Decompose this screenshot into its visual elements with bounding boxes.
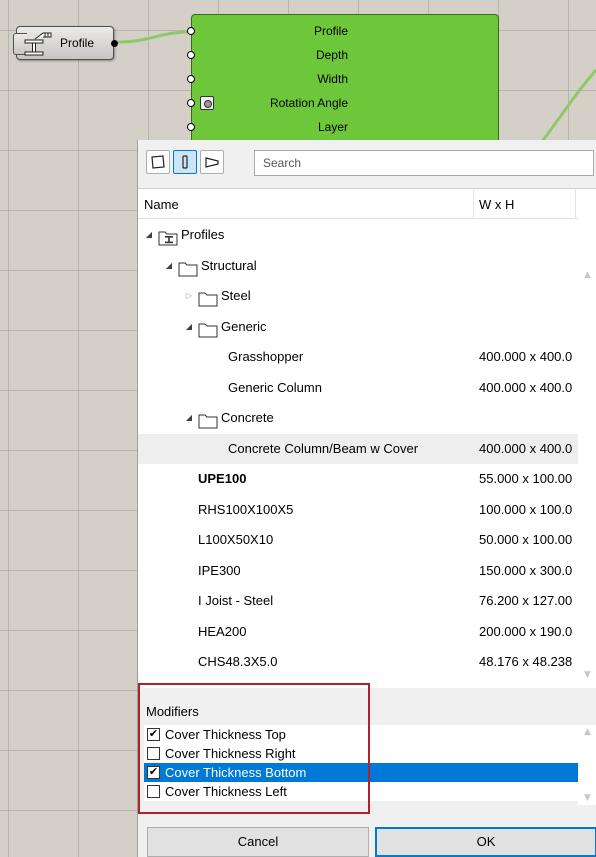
row-name: I Joist - Steel: [198, 593, 274, 608]
component-input-label: Rotation Angle: [269, 96, 348, 110]
collapse-arrow-icon[interactable]: ◢: [184, 403, 194, 434]
profile-component[interactable]: Profile Depth Width Rotation Angle Layer: [187, 14, 499, 154]
profile-parameter-node[interactable]: Profile: [13, 26, 118, 60]
column-name-header[interactable]: Name: [144, 197, 179, 212]
scroll-up-icon[interactable]: ▲: [578, 727, 596, 737]
profile-row[interactable]: IPE300 150.000 x 300.0: [138, 556, 578, 587]
expand-arrow-icon[interactable]: ▷: [184, 281, 194, 312]
column-separator[interactable]: [575, 189, 576, 219]
row-name: Generic: [221, 318, 267, 334]
row-name: IPE300: [198, 562, 241, 578]
collapse-arrow-icon[interactable]: ◢: [164, 251, 174, 282]
folder-row[interactable]: ▷ Steel: [138, 281, 578, 312]
scroll-down-icon[interactable]: ▼: [578, 667, 596, 684]
row-name: Generic Column: [228, 379, 322, 395]
component-input-row[interactable]: Width: [187, 67, 348, 91]
dialog-footer: Cancel OK: [138, 817, 596, 857]
profile-param-label: Profile: [60, 36, 95, 50]
row-name: Profiles: [181, 227, 225, 242]
profile-row[interactable]: Concrete Column/Beam w Cover 400.000 x 40…: [138, 433, 578, 464]
row-size: 400.000 x 400.0: [479, 440, 573, 456]
row-name: RHS100X100X5: [198, 501, 294, 517]
component-input-row[interactable]: Depth: [187, 43, 348, 67]
profile-row[interactable]: CHS48.3X5.0 48.176 x 48.238: [138, 647, 578, 678]
modifiers-highlight-frame: [138, 683, 370, 814]
row-name: Concrete: [221, 410, 274, 425]
input-grip[interactable]: [187, 27, 195, 35]
row-size: 55.000 x 100.00: [479, 471, 573, 486]
row-size: 150.000 x 300.0: [479, 562, 573, 578]
component-input-row[interactable]: Profile: [187, 19, 348, 43]
column-size-header[interactable]: W x H: [479, 197, 514, 212]
row-size: 200.000 x 190.0: [479, 623, 573, 639]
scroll-down-icon[interactable]: ▼: [578, 793, 596, 803]
modifiers-scrollbar[interactable]: ▲ ▼: [578, 725, 596, 805]
component-input-label: Depth: [315, 48, 348, 62]
angled-profile-button[interactable]: [200, 150, 224, 174]
dialog-toolbar: [146, 148, 596, 178]
ok-button[interactable]: OK: [375, 827, 596, 857]
folder-row[interactable]: ◢ Concrete: [138, 403, 578, 434]
collapse-arrow-icon[interactable]: ◢: [144, 220, 154, 251]
folder-icon: [198, 288, 218, 307]
input-grip[interactable]: [187, 123, 195, 131]
tree-rows: ◢ Profiles ◢ Structural ▷ Steel ◢ Generic Grassh…: [138, 220, 578, 678]
search-input[interactable]: [254, 150, 594, 176]
input-grip[interactable]: [187, 75, 195, 83]
angled-profile-icon: [205, 157, 219, 168]
row-size: 76.200 x 127.00: [479, 593, 573, 608]
profiles-icon: [158, 227, 178, 246]
vertical-profile-icon: [182, 155, 188, 169]
row-name: HEA200: [198, 623, 247, 639]
folder-row[interactable]: ◢ Structural: [138, 251, 578, 282]
profile-param-icon: [24, 32, 52, 56]
column-separator[interactable]: [473, 189, 474, 219]
row-name: Concrete Column/Beam w Cover: [228, 440, 419, 456]
row-name: Structural: [201, 257, 257, 273]
component-input-label: Profile: [313, 24, 348, 38]
row-size: 48.176 x 48.238: [479, 654, 573, 669]
folder-row[interactable]: ◢ Generic: [138, 312, 578, 343]
list-header: Name W x H: [138, 189, 578, 219]
profile-picker-dialog: Name W x H ◢Profiles◢Structural▷Steel◢Ge…: [137, 140, 596, 857]
output-grip[interactable]: [111, 40, 118, 47]
component-input-label: Width: [317, 72, 348, 86]
angle-input-icon: [200, 96, 214, 110]
row-name: Grasshopper: [228, 349, 304, 364]
component-input-row[interactable]: Rotation Angle: [187, 91, 348, 115]
folder-icon: [178, 258, 198, 276]
row-name: CHS48.3X5.0: [198, 654, 278, 669]
row-name: UPE100: [198, 471, 247, 486]
cancel-button[interactable]: Cancel: [147, 827, 369, 857]
profile-row[interactable]: L100X50X10 50.000 x 100.00: [138, 525, 578, 556]
row-size: 100.000 x 100.0: [479, 501, 573, 517]
profile-row[interactable]: Generic Column 400.000 x 400.0: [138, 373, 578, 404]
input-grip[interactable]: [187, 51, 195, 59]
profile-row[interactable]: RHS100X100X5 100.000 x 100.0: [138, 495, 578, 526]
folder-icon: [198, 319, 218, 337]
row-size: 50.000 x 100.00: [479, 532, 573, 547]
list-scrollbar[interactable]: ▲ ▼: [578, 189, 596, 688]
profile-row[interactable]: Grasshopper 400.000 x 400.0: [138, 342, 578, 373]
folder-row[interactable]: ◢ Profiles: [138, 220, 578, 251]
row-name: Steel: [221, 288, 251, 303]
input-grip[interactable]: [187, 99, 195, 107]
profile-row[interactable]: HEA200 200.000 x 190.0: [138, 617, 578, 648]
component-inputs: Profile Depth Width Rotation Angle Layer: [187, 19, 348, 139]
component-input-label: Layer: [317, 120, 348, 134]
profile-row[interactable]: I Joist - Steel 76.200 x 127.00: [138, 586, 578, 617]
row-name: L100X50X10: [198, 532, 274, 547]
profile-row[interactable]: UPE100 55.000 x 100.00: [138, 464, 578, 495]
folder-icon: [198, 410, 218, 429]
scroll-up-icon[interactable]: ▲: [578, 267, 596, 284]
profile-list: Name W x H ◢ Profiles ◢ Structural ▷ Steel ◢ Ge…: [138, 188, 596, 688]
vertical-profile-button[interactable]: [173, 150, 197, 174]
component-input-row[interactable]: Layer: [187, 115, 348, 139]
row-size: 400.000 x 400.0: [479, 379, 573, 395]
closed-profile-icon: [151, 155, 165, 169]
collapse-arrow-icon[interactable]: ◢: [184, 312, 194, 343]
row-size: 400.000 x 400.0: [479, 349, 573, 364]
closed-profile-button[interactable]: [146, 150, 170, 174]
